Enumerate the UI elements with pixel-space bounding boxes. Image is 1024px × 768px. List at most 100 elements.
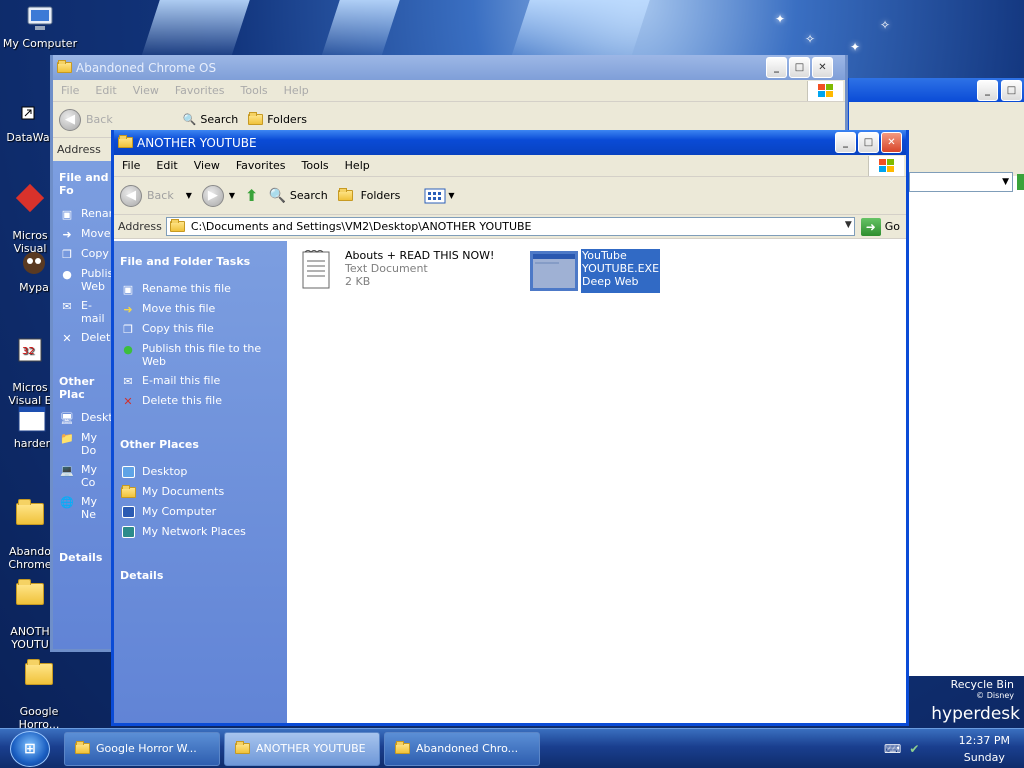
up-folder-button[interactable]: ⬆ xyxy=(245,186,258,205)
chevron-down-icon: ▼ xyxy=(228,191,236,200)
side-place-computer[interactable]: 💻 My Co xyxy=(59,463,113,489)
recycle-bin[interactable]: Recycle Bin © Disney xyxy=(940,678,1014,700)
main-explorer-window[interactable]: ANOTHER YOUTUBE _ □ ✕ File Edit View Fav… xyxy=(111,130,909,726)
file-item[interactable]: Abouts + READ THIS NOW! Text Document 2 … xyxy=(301,249,494,293)
go-button[interactable]: ➜ Go xyxy=(860,217,900,236)
task-rename-file[interactable]: ▣ Rename this file xyxy=(120,282,283,296)
task-move-file[interactable]: ➜ Move this file xyxy=(120,302,283,316)
wallpaper-beam xyxy=(140,0,250,60)
folders-button[interactable]: Folders xyxy=(337,188,400,202)
folder-icon xyxy=(235,741,250,754)
computer-icon xyxy=(24,4,56,34)
window-icon xyxy=(16,404,48,434)
menu-tools[interactable]: Tools xyxy=(233,84,276,97)
folders-button[interactable]: Folders xyxy=(248,112,307,126)
task-publish-file[interactable]: ● Publish this file to the Web xyxy=(120,342,283,368)
network-tray-icon[interactable]: ✔ xyxy=(909,742,919,756)
search-button[interactable]: 🔍 Search xyxy=(268,188,327,204)
recycle-bin-sub: © Disney xyxy=(976,691,1014,700)
wallpaper-star: ✦ xyxy=(775,12,786,26)
move-icon: ➜ xyxy=(62,227,72,241)
task-delete-file[interactable]: ✕ Delete this file xyxy=(120,394,283,408)
views-button[interactable]: ▼ xyxy=(424,188,455,204)
side-task-delete[interactable]: ✕ Delete xyxy=(59,331,117,345)
side-task-publish[interactable]: ● Publis Web xyxy=(59,267,113,293)
maximize-button[interactable]: □ xyxy=(858,132,879,153)
desktop-icon xyxy=(120,465,136,479)
chevron-down-icon[interactable]: ▼ xyxy=(845,220,852,230)
task-copy-file[interactable]: ❐ Copy this file xyxy=(120,322,283,336)
menu-favorites[interactable]: Favorites xyxy=(167,84,233,97)
menu-view[interactable]: View xyxy=(186,159,228,172)
minimize-button[interactable]: _ xyxy=(977,80,998,101)
address-path: C:\Documents and Settings\VM2\Desktop\AN… xyxy=(190,220,532,233)
place-my-documents[interactable]: My Documents xyxy=(120,484,283,499)
file-name: Abouts + READ THIS NOW! xyxy=(345,249,495,262)
menu-favorites[interactable]: Favorites xyxy=(228,159,294,172)
minimize-button[interactable]: _ xyxy=(835,132,856,153)
menu-help[interactable]: Help xyxy=(276,84,317,97)
close-button[interactable]: ✕ xyxy=(812,57,833,78)
delete-icon: ✕ xyxy=(123,394,133,408)
side-task-move[interactable]: ➜ Move xyxy=(59,227,113,241)
maximize-button[interactable]: □ xyxy=(789,57,810,78)
place-my-computer[interactable]: My Computer xyxy=(120,505,283,519)
side-place-network[interactable]: 🌐 My Ne xyxy=(59,495,113,521)
menu-help[interactable]: Help xyxy=(337,159,378,172)
file-list-area[interactable]: Abouts + READ THIS NOW! Text Document 2 … xyxy=(287,241,906,723)
side-task-copy[interactable]: ❐ Copy xyxy=(59,247,113,261)
keyboard-icon[interactable]: ⌨ xyxy=(884,742,901,756)
folder-icon xyxy=(14,579,46,609)
back-window-title: Abandoned Chrome OS xyxy=(76,60,217,75)
menu-edit[interactable]: Edit xyxy=(87,84,124,97)
side-place-desktop[interactable]: 🖥 Deskt xyxy=(59,411,113,425)
menu-file[interactable]: File xyxy=(114,159,148,172)
desktop-icon-my-computer[interactable]: My Computer xyxy=(2,4,78,50)
close-button[interactable]: ✕ xyxy=(881,132,902,153)
start-orb-icon[interactable]: ⊞ xyxy=(10,730,50,767)
folder-icon xyxy=(248,112,264,125)
back-button[interactable]: ◀ Back xyxy=(59,108,113,131)
taskbar-button-google-horror[interactable]: Google Horror W... xyxy=(64,731,220,766)
address-input[interactable]: C:\Documents and Settings\VM2\Desktop\AN… xyxy=(165,217,855,236)
main-window-titlebar: ANOTHER YOUTUBE _ □ ✕ xyxy=(114,130,906,155)
search-button[interactable]: 🔍 Search xyxy=(183,113,239,126)
file-type: YOUTUBE.EXE xyxy=(582,262,660,275)
minimize-button[interactable]: _ xyxy=(766,57,787,78)
file-name: YouTube xyxy=(582,249,627,262)
network-icon: 🌐 xyxy=(60,495,74,509)
clock[interactable]: 12:37 PM Sunday xyxy=(959,732,1010,766)
menu-edit[interactable]: Edit xyxy=(148,159,185,172)
address-dropdown[interactable]: ▼ xyxy=(909,172,1013,192)
side-task-rename[interactable]: ▣ Renan xyxy=(59,207,116,221)
wallpaper-beam xyxy=(320,0,400,60)
place-desktop[interactable]: Desktop xyxy=(120,465,283,479)
menu-file[interactable]: File xyxy=(53,84,87,97)
other-places-heading[interactable]: Other Places xyxy=(120,438,287,451)
computer-icon xyxy=(120,505,136,519)
copy-icon: ❐ xyxy=(62,247,72,261)
back-button[interactable]: ◀ Back ▼ xyxy=(120,184,192,207)
main-window-title: ANOTHER YOUTUBE xyxy=(137,135,257,150)
place-my-network[interactable]: My Network Places xyxy=(120,525,283,539)
up-folder-icon: ⬆ xyxy=(245,186,259,205)
copy-icon: ❐ xyxy=(123,322,133,336)
shortcut-icon xyxy=(18,248,50,278)
maximize-button[interactable]: □ xyxy=(1001,80,1022,101)
file-item-selected[interactable]: YouTube YOUTUBE.EXE Deep Web xyxy=(529,249,661,293)
shortcut-icon xyxy=(12,98,44,128)
side-place-documents[interactable]: 📁 My Do xyxy=(59,431,113,457)
details-heading[interactable]: Details xyxy=(120,569,287,582)
side-task-email[interactable]: ✉ E-mail xyxy=(59,299,113,325)
address-label: Address xyxy=(57,143,101,156)
forward-button[interactable]: ▶ ▼ xyxy=(201,184,236,207)
taskbar-button-another-youtube[interactable]: ANOTHER YOUTUBE xyxy=(224,731,380,766)
taskbar-button-abandoned-chrome[interactable]: Abandoned Chro... xyxy=(384,731,540,766)
folder-icon xyxy=(23,659,55,689)
file-folder-tasks-heading[interactable]: File and Folder Tasks xyxy=(120,255,287,268)
menu-tools[interactable]: Tools xyxy=(294,159,337,172)
task-email-file[interactable]: ✉ E-mail this file xyxy=(120,374,283,388)
address-label: Address xyxy=(118,220,162,233)
menu-view[interactable]: View xyxy=(125,84,167,97)
delete-icon: ✕ xyxy=(62,331,72,345)
